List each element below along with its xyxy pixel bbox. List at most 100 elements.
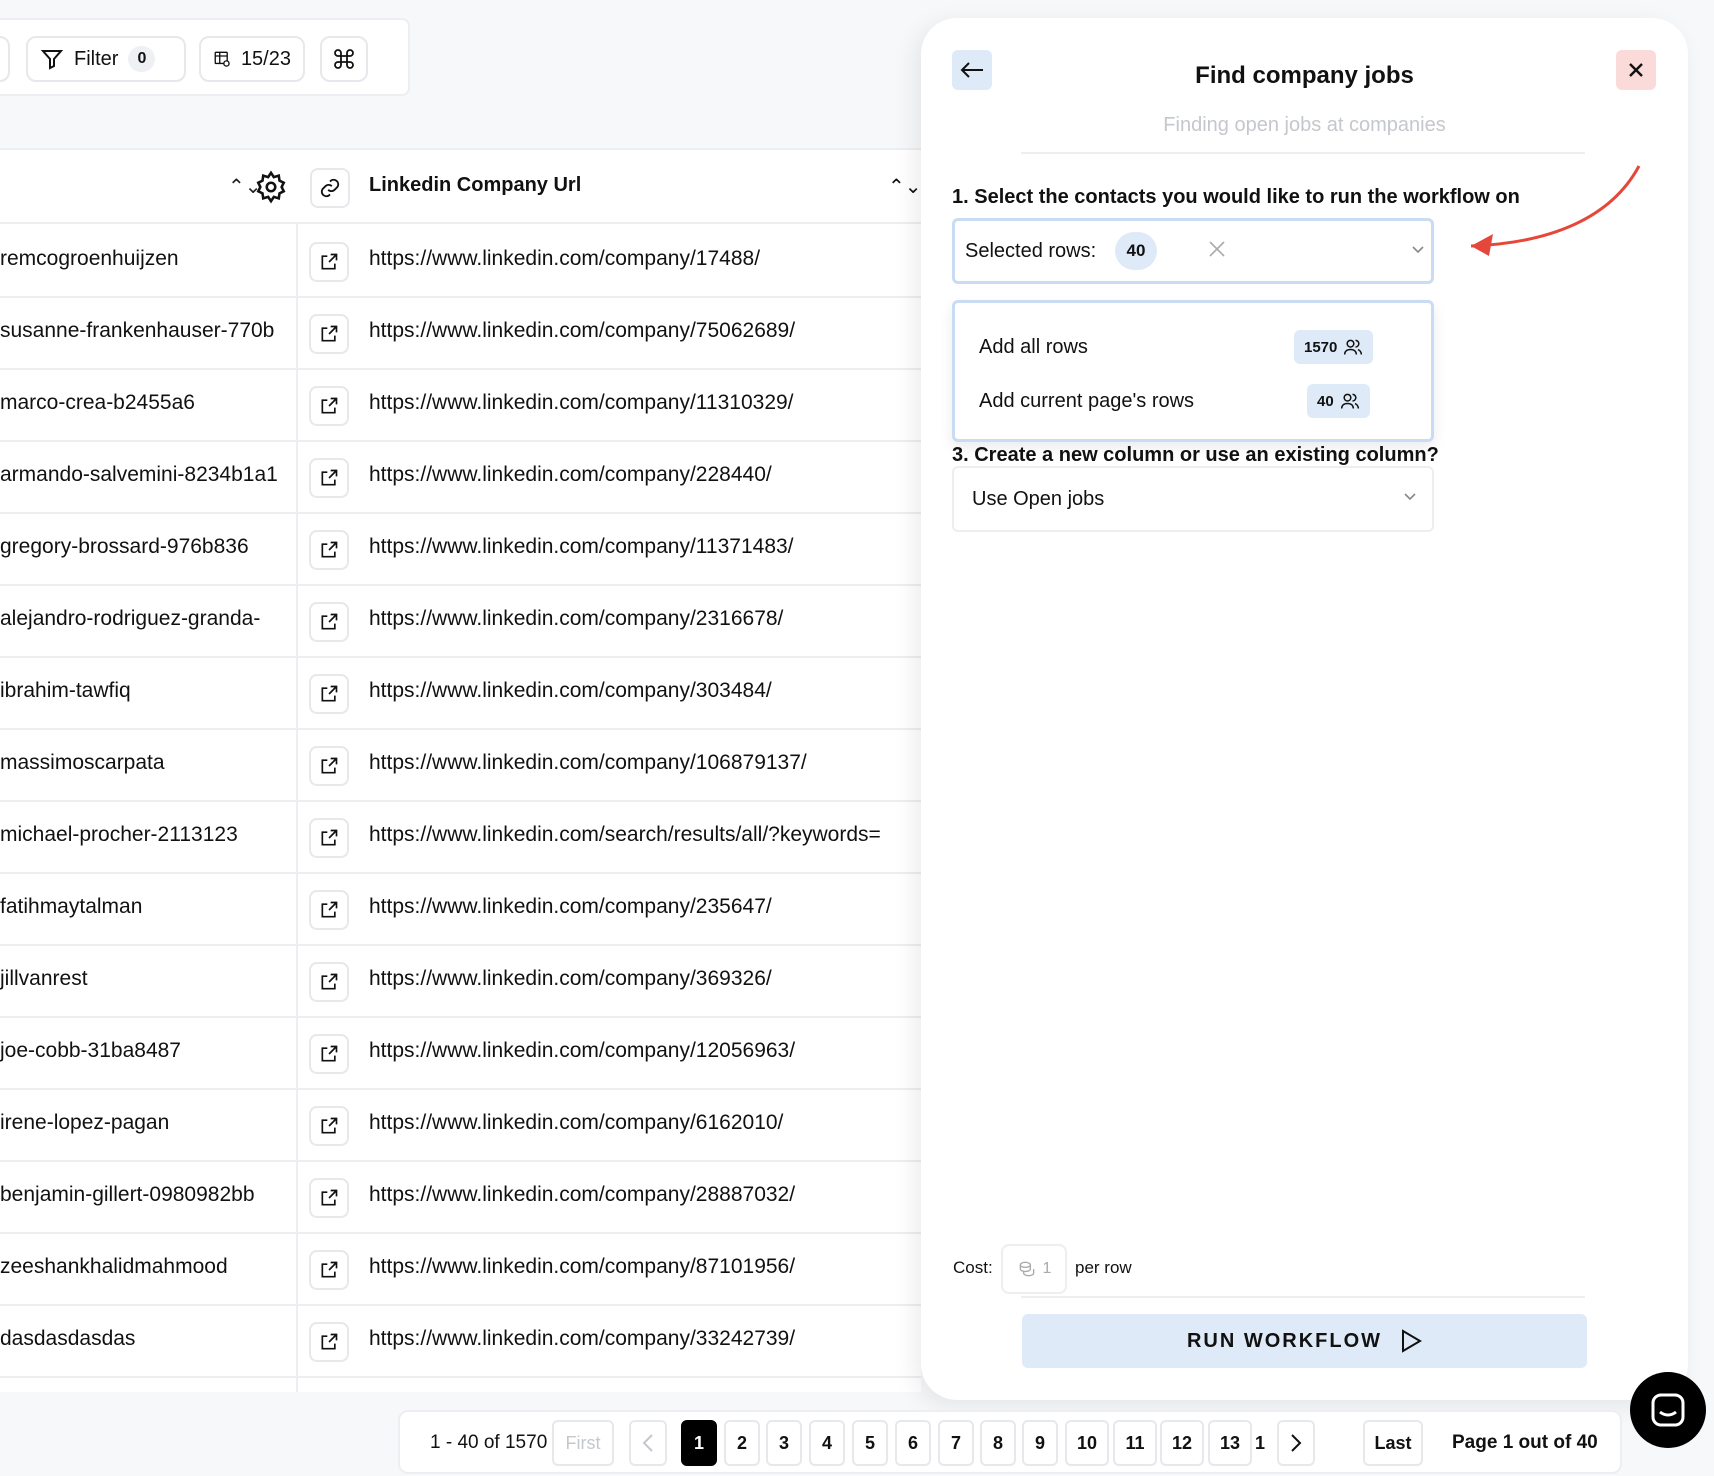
filter-button[interactable]: Filter 0 — [26, 36, 186, 82]
company-url-cell[interactable]: https://www.linkedin.com/company/8710195… — [369, 1255, 795, 1279]
company-url-cell[interactable]: https://www.linkedin.com/company/369326/ — [369, 967, 772, 991]
chevron-down-icon[interactable] — [1410, 241, 1426, 257]
contact-name-cell[interactable]: susanne-frankenhauser-770b — [0, 319, 290, 343]
next-page-button[interactable] — [1277, 1420, 1315, 1466]
menu-item-add-all-rows[interactable]: Add all rows 1570 — [955, 320, 1431, 376]
page-button[interactable]: 11 — [1113, 1420, 1157, 1466]
first-page-button[interactable]: First — [552, 1420, 614, 1466]
open-link-button[interactable] — [309, 242, 349, 282]
company-url-cell[interactable]: https://www.linkedin.com/search/results/… — [369, 823, 881, 847]
menu-item-add-current-page-rows[interactable]: Add current page's rows 40 — [955, 374, 1431, 430]
contact-name-cell[interactable]: irene-lopez-pagan — [0, 1111, 290, 1135]
open-link-button[interactable] — [309, 314, 349, 354]
column-select[interactable]: Use Open jobs — [952, 466, 1434, 532]
page-button[interactable]: 1 — [681, 1420, 717, 1466]
contact-name-cell[interactable]: benjamin-gillert-0980982bb — [0, 1183, 290, 1207]
table-row[interactable]: armando-salvemini-8234b1a1 https://www.li… — [0, 442, 921, 514]
toolbar-button-partial[interactable] — [0, 36, 10, 82]
contact-name-cell[interactable]: marco-crea-b2455a6 — [0, 391, 290, 415]
company-url-cell[interactable]: https://www.linkedin.com/company/7506268… — [369, 319, 795, 343]
table-row[interactable]: michael-procher-2113123 https://www.linke… — [0, 802, 921, 874]
close-button[interactable] — [1616, 50, 1656, 90]
page-button[interactable]: 9 — [1022, 1420, 1058, 1466]
table-row[interactable]: benjamin-gillert-0980982bb https://www.li… — [0, 1162, 921, 1234]
page-button[interactable]: 3 — [766, 1420, 802, 1466]
page-button[interactable]: 12 — [1160, 1420, 1204, 1466]
contact-name-cell[interactable]: gregory-brossard-976b836 — [0, 535, 290, 559]
table-row[interactable]: dasdasdasdas https://www.linkedin.com/com… — [0, 1306, 921, 1378]
table-row[interactable]: massimoscarpata https://www.linkedin.com/… — [0, 730, 921, 802]
company-url-cell[interactable]: https://www.linkedin.com/company/303484/ — [369, 679, 772, 703]
chevron-down-icon[interactable] — [1402, 488, 1418, 504]
page-button[interactable]: 5 — [852, 1420, 888, 1466]
prev-page-button[interactable] — [629, 1420, 667, 1466]
open-link-button[interactable] — [309, 386, 349, 426]
company-url-cell[interactable]: https://www.linkedin.com/company/1131032… — [369, 391, 794, 415]
contact-name-cell[interactable]: zeeshankhalidmahmood — [0, 1255, 290, 1279]
open-link-button[interactable] — [309, 1106, 349, 1146]
contact-name-cell[interactable]: jillvanrest — [0, 967, 290, 991]
page-button[interactable]: 10 — [1065, 1420, 1109, 1466]
table-row[interactable]: ibrahim-tawfiq https://www.linkedin.com/c… — [0, 658, 921, 730]
contacts-select[interactable]: Selected rows: 40 — [952, 218, 1434, 284]
page-button[interactable]: 2 — [724, 1420, 760, 1466]
table-row[interactable]: joe-cobb-31ba8487 https://www.linkedin.co… — [0, 1018, 921, 1090]
company-url-cell[interactable]: https://www.linkedin.com/company/2316678… — [369, 607, 783, 631]
sort-icon[interactable]: ⌃⌄ — [888, 174, 921, 199]
open-link-button[interactable] — [309, 746, 349, 786]
open-link-button[interactable] — [309, 674, 349, 714]
command-button[interactable] — [320, 36, 368, 82]
gear-icon[interactable] — [254, 170, 288, 204]
contact-name-cell[interactable]: ibrahim-tawfiq — [0, 679, 290, 703]
open-link-button[interactable] — [309, 890, 349, 930]
page-button[interactable]: 8 — [980, 1420, 1016, 1466]
open-link-button[interactable] — [309, 1178, 349, 1218]
contact-name-cell[interactable]: remcogroenhuijzen — [0, 247, 290, 271]
company-url-cell[interactable]: https://www.linkedin.com/company/17488/ — [369, 247, 760, 271]
company-url-cell[interactable]: https://www.linkedin.com/company/6162010… — [369, 1111, 783, 1135]
open-link-button[interactable] — [309, 962, 349, 1002]
last-page-button[interactable]: Last — [1363, 1420, 1423, 1466]
company-url-cell[interactable]: https://www.linkedin.com/company/1137148… — [369, 535, 794, 559]
table-row[interactable]: fatihmaytalman https://www.linkedin.com/c… — [0, 874, 921, 946]
run-workflow-button[interactable]: RUN WORKFLOW — [1022, 1314, 1587, 1368]
company-url-cell[interactable]: https://www.linkedin.com/company/228440/ — [369, 463, 772, 487]
company-url-cell[interactable]: https://www.linkedin.com/company/1205696… — [369, 1039, 795, 1063]
page-button[interactable]: 4 — [809, 1420, 845, 1466]
contact-name-cell[interactable]: dasdasdasdas — [0, 1327, 290, 1351]
open-link-button[interactable] — [309, 530, 349, 570]
company-url-cell[interactable]: https://www.linkedin.com/company/3324273… — [369, 1327, 795, 1351]
table-row[interactable]: irene-lopez-pagan https://www.linkedin.co… — [0, 1090, 921, 1162]
clear-icon[interactable] — [1201, 233, 1233, 265]
open-link-button[interactable] — [309, 1034, 349, 1074]
contact-name-cell[interactable]: armando-salvemini-8234b1a1 — [0, 463, 290, 487]
columns-button[interactable]: 15/23 — [199, 36, 305, 82]
contact-name-cell[interactable]: fatihmaytalman — [0, 895, 290, 919]
contact-name-cell[interactable]: massimoscarpata — [0, 751, 290, 775]
open-link-button[interactable] — [309, 602, 349, 642]
chat-launcher-button[interactable] — [1630, 1372, 1706, 1448]
open-link-button[interactable] — [309, 1250, 349, 1290]
company-url-cell[interactable]: https://www.linkedin.com/company/235647/ — [369, 895, 772, 919]
contact-name-cell[interactable]: michael-procher-2113123 — [0, 823, 290, 847]
company-url-cell[interactable]: https://www.linkedin.com/company/2888703… — [369, 1183, 795, 1207]
open-link-button[interactable] — [309, 818, 349, 858]
page-button[interactable]: 6 — [895, 1420, 931, 1466]
table-row[interactable]: zeeshankhalidmahmood https://www.linkedin… — [0, 1234, 921, 1306]
company-url-cell[interactable]: https://www.linkedin.com/company/1068791… — [369, 751, 807, 775]
open-link-button[interactable] — [309, 1322, 349, 1362]
open-link-button[interactable] — [309, 458, 349, 498]
table-row[interactable]: susanne-frankenhauser-770b https://www.li… — [0, 298, 921, 370]
table-row[interactable]: marco-crea-b2455a6 https://www.linkedin.c… — [0, 370, 921, 442]
column-header-linkedin-company-url[interactable]: Linkedin Company Url — [369, 174, 581, 197]
page-button[interactable]: 7 — [938, 1420, 974, 1466]
contact-name-cell[interactable]: joe-cobb-31ba8487 — [0, 1039, 290, 1063]
external-link-icon — [321, 757, 338, 774]
table-row[interactable]: alejandro-rodriguez-granda-https://www.l… — [0, 586, 921, 658]
table-row[interactable]: jillvanrest https://www.linkedin.com/comp… — [0, 946, 921, 1018]
page-button[interactable]: 1 — [1253, 1420, 1267, 1466]
page-button[interactable]: 13 — [1208, 1420, 1252, 1466]
table-row[interactable]: gregory-brossard-976b836 https://www.link… — [0, 514, 921, 586]
contact-name-cell[interactable]: alejandro-rodriguez-granda- — [0, 607, 290, 631]
table-row[interactable]: remcogroenhuijzen https://www.linkedin.co… — [0, 226, 921, 298]
